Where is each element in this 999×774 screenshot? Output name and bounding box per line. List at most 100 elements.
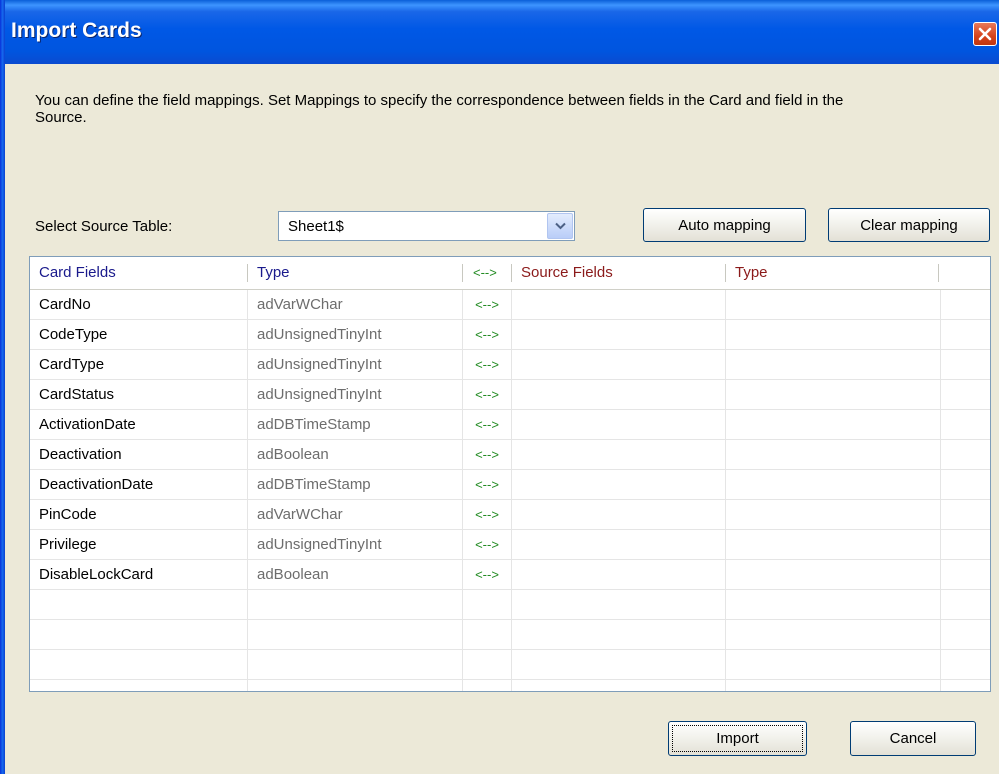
source-field-cell[interactable] [512,440,726,469]
column-header-source-fields[interactable]: Source Fields [512,257,726,289]
type-cell[interactable]: adUnsignedTinyInt [248,350,463,379]
table-row[interactable]: PinCode adVarWChar <--> [30,500,990,530]
source-type-cell[interactable] [726,470,941,499]
card-field-cell[interactable] [30,680,248,691]
type-cell[interactable]: adDBTimeStamp [248,470,463,499]
type-cell[interactable]: adDBTimeStamp [248,410,463,439]
mapping-arrow-cell[interactable] [463,620,512,649]
filler-cell [941,530,990,559]
table-row[interactable] [30,680,990,691]
source-type-cell[interactable] [726,380,941,409]
source-field-cell[interactable] [512,350,726,379]
mapping-arrow-cell[interactable]: <--> [463,560,512,589]
import-button[interactable]: Import [668,721,807,756]
mapping-arrow-cell[interactable]: <--> [463,440,512,469]
mapping-arrow-cell[interactable]: <--> [463,290,512,319]
card-field-cell[interactable]: PinCode [30,500,248,529]
card-field-cell[interactable]: DisableLockCard [30,560,248,589]
source-type-cell[interactable] [726,680,941,691]
type-cell[interactable] [248,590,463,619]
card-field-cell[interactable] [30,620,248,649]
source-field-cell[interactable] [512,650,726,679]
source-field-cell[interactable] [512,410,726,439]
mapping-arrow-cell[interactable]: <--> [463,470,512,499]
table-row[interactable]: Privilege adUnsignedTinyInt <--> [30,530,990,560]
card-field-cell[interactable]: CardNo [30,290,248,319]
dropdown-button[interactable] [547,213,573,239]
table-row[interactable] [30,620,990,650]
column-header-mapping[interactable]: <--> [463,257,512,289]
auto-mapping-button[interactable]: Auto mapping [643,208,806,242]
mapping-arrow-cell[interactable]: <--> [463,530,512,559]
source-field-cell[interactable] [512,530,726,559]
source-type-cell[interactable] [726,410,941,439]
mapping-arrow-cell[interactable]: <--> [463,410,512,439]
cancel-button[interactable]: Cancel [850,721,976,756]
card-field-cell[interactable]: CardStatus [30,380,248,409]
source-field-cell[interactable] [512,290,726,319]
source-field-cell[interactable] [512,680,726,691]
card-field-cell[interactable]: Privilege [30,530,248,559]
mapping-arrow-cell[interactable]: <--> [463,350,512,379]
source-type-cell[interactable] [726,590,941,619]
source-field-cell[interactable] [512,500,726,529]
table-row[interactable]: CardNo adVarWChar <--> [30,290,990,320]
mapping-arrow-cell[interactable] [463,650,512,679]
type-cell[interactable]: adVarWChar [248,290,463,319]
table-row[interactable]: DeactivationDate adDBTimeStamp <--> [30,470,990,500]
title-bar[interactable]: Import Cards [0,0,999,64]
type-cell[interactable]: adUnsignedTinyInt [248,320,463,349]
source-type-cell[interactable] [726,320,941,349]
grid-rows: CardNo adVarWChar <--> CodeType adUnsignedTi… [30,290,990,691]
table-row[interactable]: Deactivation adBoolean <--> [30,440,990,470]
mapping-arrow-cell[interactable] [463,680,512,691]
table-row[interactable]: CodeType adUnsignedTinyInt <--> [30,320,990,350]
table-row[interactable]: DisableLockCard adBoolean <--> [30,560,990,590]
table-row[interactable]: ActivationDate adDBTimeStamp <--> [30,410,990,440]
source-type-cell[interactable] [726,350,941,379]
source-table-select[interactable]: Sheet1$ [278,211,575,241]
type-cell[interactable]: adVarWChar [248,500,463,529]
card-field-cell[interactable]: CardType [30,350,248,379]
source-field-cell[interactable] [512,470,726,499]
source-type-cell[interactable] [726,500,941,529]
table-row[interactable]: CardType adUnsignedTinyInt <--> [30,350,990,380]
card-field-cell[interactable]: ActivationDate [30,410,248,439]
column-header-source-type[interactable]: Type [726,257,939,289]
type-cell[interactable]: adUnsignedTinyInt [248,380,463,409]
clear-mapping-button[interactable]: Clear mapping [828,208,990,242]
mapping-arrow-cell[interactable]: <--> [463,320,512,349]
source-field-cell[interactable] [512,320,726,349]
table-row[interactable]: CardStatus adUnsignedTinyInt <--> [30,380,990,410]
source-type-cell[interactable] [726,530,941,559]
type-cell[interactable] [248,680,463,691]
close-button[interactable] [973,22,997,46]
source-type-cell[interactable] [726,560,941,589]
source-type-cell[interactable] [726,290,941,319]
source-field-cell[interactable] [512,620,726,649]
source-type-cell[interactable] [726,650,941,679]
type-cell[interactable]: adUnsignedTinyInt [248,530,463,559]
type-cell[interactable]: adBoolean [248,560,463,589]
column-header-card-fields[interactable]: Card Fields [30,257,248,289]
card-field-cell[interactable] [30,590,248,619]
source-type-cell[interactable] [726,620,941,649]
mapping-arrow-cell[interactable] [463,590,512,619]
field-mapping-grid[interactable]: Card Fields Type <--> Source Fields Type… [29,256,991,692]
type-cell[interactable] [248,620,463,649]
card-field-cell[interactable]: DeactivationDate [30,470,248,499]
source-field-cell[interactable] [512,590,726,619]
type-cell[interactable]: adBoolean [248,440,463,469]
mapping-arrow-cell[interactable]: <--> [463,500,512,529]
table-row[interactable] [30,650,990,680]
table-row[interactable] [30,590,990,620]
source-type-cell[interactable] [726,440,941,469]
source-field-cell[interactable] [512,380,726,409]
card-field-cell[interactable] [30,650,248,679]
card-field-cell[interactable]: CodeType [30,320,248,349]
source-field-cell[interactable] [512,560,726,589]
type-cell[interactable] [248,650,463,679]
column-header-type[interactable]: Type [248,257,463,289]
card-field-cell[interactable]: Deactivation [30,440,248,469]
mapping-arrow-cell[interactable]: <--> [463,380,512,409]
